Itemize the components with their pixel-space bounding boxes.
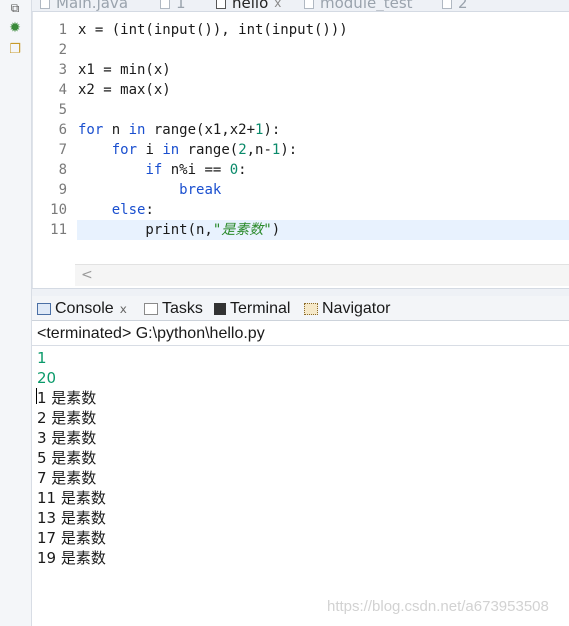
- python-file-icon: [216, 0, 226, 9]
- code-line[interactable]: x2 = max(x): [77, 80, 569, 100]
- restore-view-icon[interactable]: ⧉: [7, 0, 23, 16]
- tab-1[interactable]: 1: [160, 0, 186, 12]
- debug-bug-icon[interactable]: ✹: [7, 20, 23, 36]
- horizontal-scrollbar[interactable]: <: [75, 264, 569, 286]
- left-toolbar-strip: ⧉ ✹ ❐: [0, 0, 32, 626]
- line-number-gutter: 1 2 3 4 5 6 7 8 9 10 11: [33, 20, 75, 240]
- tab-terminal[interactable]: Terminal: [214, 299, 290, 319]
- tab-label: Console: [55, 300, 114, 317]
- tab-main-java[interactable]: Main.java: [40, 0, 129, 12]
- code-line[interactable]: print(n,"是素数"): [77, 220, 569, 240]
- tab-label: Terminal: [230, 300, 291, 317]
- tab-label: hello: [232, 0, 269, 12]
- code-area[interactable]: x = (int(input()), int(input())) x1 = min…: [77, 20, 569, 240]
- divider: [32, 345, 569, 346]
- text-caret: [36, 388, 37, 404]
- console-output[interactable]: <terminated> G:\python\hello.py 1 20 1 是素数…: [32, 321, 569, 626]
- editor-tab-bar: Main.java 1 hello ⅹ module_test 2: [32, 0, 569, 12]
- view-separator: [32, 288, 569, 296]
- tab-label: Navigator: [322, 300, 391, 317]
- java-file-icon: [40, 0, 50, 9]
- line-number: 4: [58, 82, 67, 98]
- console-output-line: 17 是素数: [37, 529, 106, 547]
- console-output-line: 13 是素数: [37, 509, 106, 527]
- console-input-line: 1: [37, 349, 47, 367]
- code-line[interactable]: else:: [77, 200, 569, 220]
- terminal-icon: [214, 303, 226, 315]
- tab-label: Tasks: [162, 300, 203, 317]
- line-number: 2: [58, 42, 67, 58]
- line-number: 9: [58, 182, 67, 198]
- line-number: 7: [58, 142, 67, 158]
- line-number: 1: [58, 22, 67, 38]
- line-number: 11: [50, 222, 67, 238]
- tab-label: 1: [176, 0, 186, 12]
- console-output-line: 11 是素数: [37, 489, 106, 507]
- console-output-line: 3 是素数: [37, 429, 97, 447]
- console-lines: 1 20 1 是素数 2 是素数 3 是素数 5 是素数 7 是素数 11 是素数 13 是素数…: [37, 348, 106, 568]
- code-line[interactable]: x1 = min(x): [77, 60, 569, 80]
- console-icon: [37, 303, 51, 315]
- tab-label: module_test: [320, 0, 413, 12]
- code-line[interactable]: [77, 100, 569, 120]
- code-line[interactable]: [77, 40, 569, 60]
- console-output-line: 7 是素数: [37, 469, 97, 487]
- package-explorer-icon[interactable]: ❐: [7, 42, 23, 58]
- line-number: 6: [58, 122, 67, 138]
- tab-hello[interactable]: hello ⅹ: [216, 0, 281, 12]
- code-line[interactable]: break: [77, 180, 569, 200]
- code-line[interactable]: x = (int(input()), int(input())): [77, 20, 569, 40]
- console-output-line: 5 是素数: [37, 449, 97, 467]
- console-output-line: 1 是素数: [37, 389, 97, 407]
- tab-navigator[interactable]: Navigator: [304, 299, 390, 319]
- console-input-line: 20: [37, 369, 57, 387]
- python-file-icon: [160, 0, 170, 9]
- python-file-icon: [442, 0, 452, 9]
- close-icon[interactable]: ⅹ: [274, 0, 281, 10]
- tab-2[interactable]: 2: [442, 0, 468, 12]
- console-output-line: 2 是素数: [37, 409, 97, 427]
- line-number: 5: [58, 102, 67, 118]
- scroll-left-icon[interactable]: <: [81, 267, 93, 283]
- tab-tasks[interactable]: Tasks: [144, 299, 203, 319]
- line-number: 8: [58, 162, 67, 178]
- line-number: 10: [50, 202, 67, 218]
- tasks-icon: [144, 303, 158, 315]
- tab-label: Main.java: [56, 0, 129, 12]
- tab-label: 2: [458, 0, 468, 12]
- navigator-icon: [304, 303, 318, 315]
- terminated-status: <terminated> G:\python\hello.py: [37, 325, 265, 342]
- console-view-tab-bar: Console ⅹ Tasks Terminal Navigator: [32, 296, 569, 321]
- line-number: 3: [58, 62, 67, 78]
- code-line[interactable]: for i in range(2,n-1):: [77, 140, 569, 160]
- code-line[interactable]: for n in range(x1,x2+1):: [77, 120, 569, 140]
- python-file-icon: [304, 0, 314, 9]
- tab-module-test[interactable]: module_test: [304, 0, 413, 12]
- code-line[interactable]: if n%i == 0:: [77, 160, 569, 180]
- watermark: https://blog.csdn.net/a673953508: [327, 598, 549, 615]
- close-icon[interactable]: ⅹ: [120, 302, 127, 316]
- code-editor[interactable]: 1 2 3 4 5 6 7 8 9 10 11 x = (int(input()), int(inp…: [32, 12, 569, 288]
- console-output-line: 19 是素数: [37, 549, 106, 567]
- tab-console[interactable]: Console ⅹ: [37, 299, 127, 319]
